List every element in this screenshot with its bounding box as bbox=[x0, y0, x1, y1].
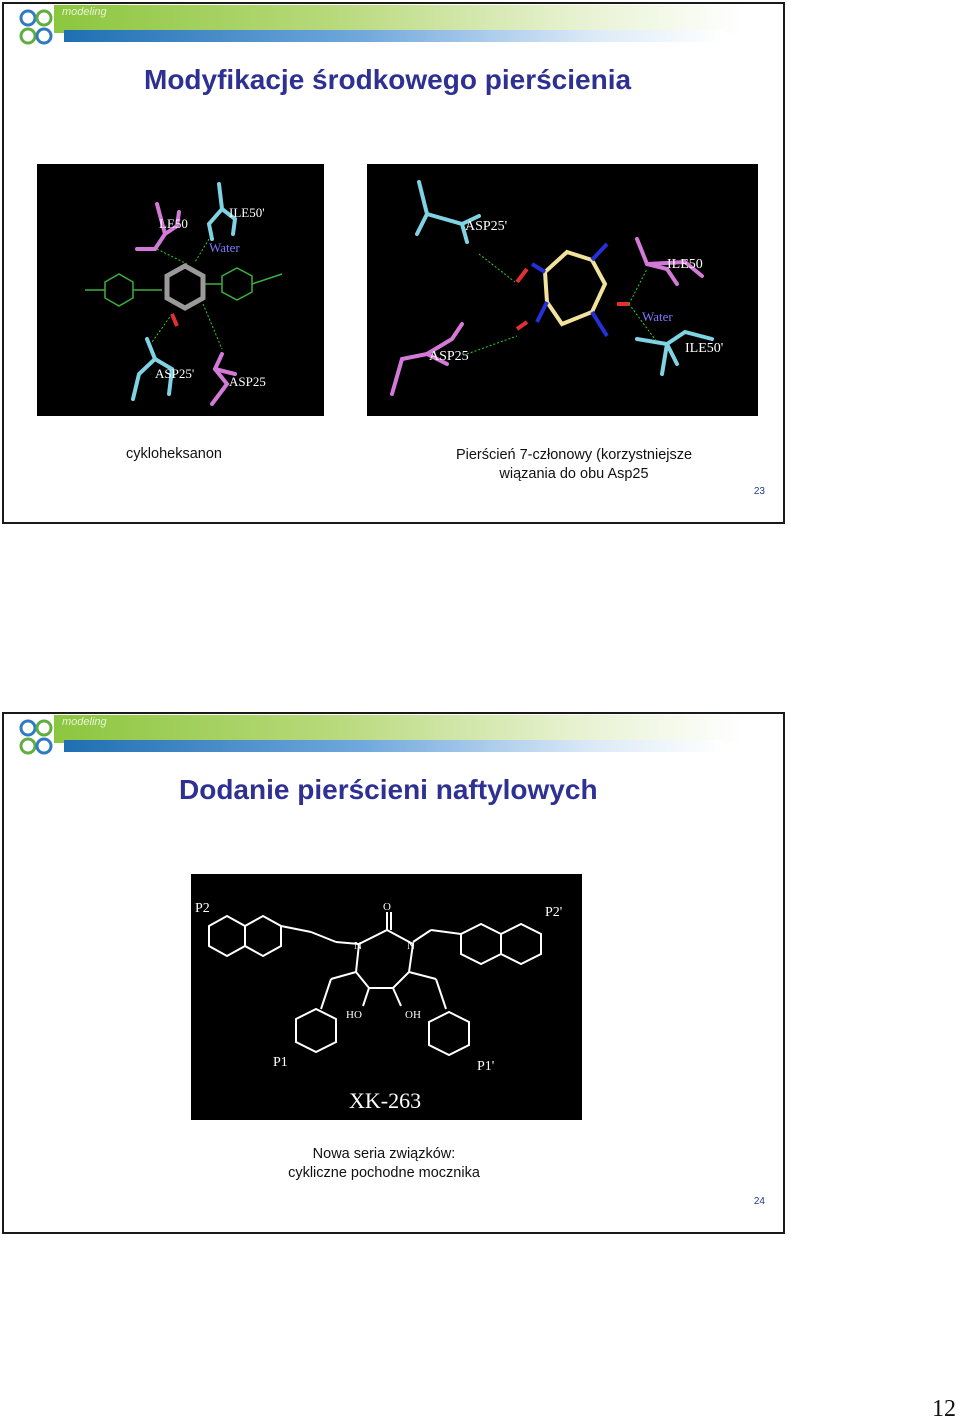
header-banner-stripe bbox=[64, 740, 723, 752]
cyclohexanone-binding-image: LE50 ILE50' Water ASP25' ASP25 bbox=[37, 164, 324, 416]
slide-title: Dodanie pierścieni naftylowych bbox=[179, 774, 598, 805]
page-number: 12 bbox=[932, 1396, 956, 1422]
slide-number: 23 bbox=[753, 486, 765, 497]
logo-icon bbox=[19, 9, 53, 45]
label-ile50-prime: ILE50' bbox=[685, 341, 723, 356]
caption-left: cykloheksanon bbox=[126, 446, 222, 462]
seven-membered-ring-binding-image: ASP25' ILE50 Water ASP25 ILE50' bbox=[367, 164, 758, 416]
label-ile50: ILE50 bbox=[667, 257, 703, 272]
caption-line1: Nowa seria związków: bbox=[312, 1146, 456, 1162]
label-n-right: N bbox=[407, 940, 415, 952]
label-p1: P1 bbox=[273, 1055, 288, 1070]
label-le50: LE50 bbox=[159, 216, 188, 231]
logo-text: modeling bbox=[62, 6, 107, 18]
label-asp25: ASP25 bbox=[229, 374, 266, 389]
label-asp25-prime: ASP25' bbox=[465, 219, 507, 234]
label-n-left: N bbox=[354, 940, 362, 952]
xk263-structure-image: P2 O P2' N N HO OH P1 P1' XK-263 bbox=[191, 874, 582, 1120]
header-banner bbox=[54, 5, 743, 33]
label-p2-prime: P2' bbox=[545, 905, 562, 920]
logo-text: modeling bbox=[62, 716, 107, 728]
header-banner-stripe bbox=[64, 30, 723, 42]
caption-right-line2: wiązania do obu Asp25 bbox=[499, 466, 649, 482]
compound-name: XK-263 bbox=[349, 1088, 421, 1113]
label-p1-prime: P1' bbox=[477, 1059, 494, 1074]
slide-24: modeling Dodanie pierścieni naftylowych bbox=[2, 712, 785, 1234]
label-water: Water bbox=[209, 240, 240, 255]
caption-line2: cykliczne pochodne mocznika bbox=[288, 1165, 480, 1181]
header-banner bbox=[54, 715, 743, 743]
label-asp25: ASP25 bbox=[429, 349, 469, 364]
slide-title: Modyfikacje środkowego pierścienia bbox=[144, 64, 632, 95]
label-ho: HO bbox=[346, 1009, 362, 1021]
label-asp25-prime: ASP25' bbox=[155, 366, 194, 381]
caption: Nowa seria związków: cykliczne pochodne … bbox=[234, 1145, 534, 1183]
logo-icon bbox=[19, 719, 53, 755]
caption-right: Pierścień 7-członowy (korzystniejsze wią… bbox=[424, 446, 724, 484]
label-oh: OH bbox=[405, 1009, 421, 1021]
label-water: Water bbox=[642, 309, 673, 324]
label-ile50-prime: ILE50' bbox=[229, 205, 265, 220]
slide-23: modeling Modyfikacje środkowego pierście… bbox=[2, 2, 785, 524]
label-o: O bbox=[383, 901, 391, 913]
slide-number: 24 bbox=[753, 1196, 765, 1207]
caption-right-line1: Pierścień 7-członowy (korzystniejsze bbox=[455, 447, 693, 463]
label-p2: P2 bbox=[195, 901, 210, 916]
